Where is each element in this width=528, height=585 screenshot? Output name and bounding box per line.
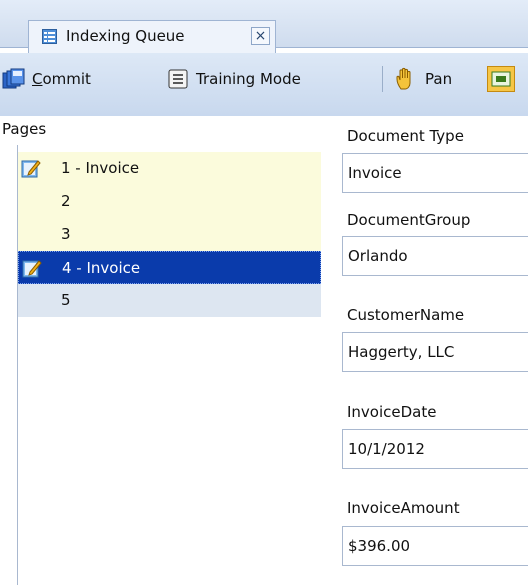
pages-heading: Pages: [2, 120, 47, 138]
page-row-3[interactable]: 3: [18, 218, 321, 251]
indexing-window: Indexing Queue × Commit Training Mode Pa…: [0, 0, 528, 585]
invoice-amount-field[interactable]: $396.00: [342, 526, 528, 566]
page-row-5[interactable]: 5: [18, 284, 321, 317]
commit-accesskey: C: [32, 70, 43, 88]
invoice-amount-label: InvoiceAmount: [347, 499, 460, 517]
document-type-label: Document Type: [347, 127, 464, 145]
tab-indexing-queue[interactable]: Indexing Queue ×: [28, 20, 276, 53]
hand-icon: [396, 67, 411, 90]
commit-icon: [2, 68, 25, 89]
training-mode-button[interactable]: Training Mode: [168, 66, 378, 92]
close-tab-button[interactable]: ×: [251, 27, 270, 45]
page-row-1[interactable]: 1 - Invoice: [18, 152, 321, 185]
document-group-value: Orlando: [348, 247, 408, 265]
page-row-4[interactable]: 4 - Invoice: [18, 251, 321, 284]
page-row-label: 1 - Invoice: [61, 159, 140, 177]
tab-title: Indexing Queue: [66, 27, 185, 45]
customer-name-value: Haggerty, LLC: [348, 343, 455, 361]
invoice-date-label: InvoiceDate: [347, 403, 437, 421]
training-mode-icon: [168, 69, 188, 89]
document-group-label: DocumentGroup: [347, 211, 471, 229]
document-edit-icon: [21, 160, 41, 178]
zone-tool-icon: [491, 71, 511, 87]
commit-label: ommit: [42, 70, 91, 88]
document-type-value: Invoice: [348, 164, 402, 182]
pages-list[interactable]: 1 - Invoice 2 3 4 - Invoice 5: [17, 145, 321, 585]
commit-button[interactable]: Commit: [2, 66, 162, 92]
invoice-date-field[interactable]: 10/1/2012: [342, 429, 528, 469]
tab-strip: Indexing Queue ×: [0, 0, 528, 53]
page-row-label: 5: [61, 291, 71, 309]
training-mode-label: Training Mode: [196, 70, 301, 88]
invoice-date-value: 10/1/2012: [348, 440, 425, 458]
customer-name-field[interactable]: Haggerty, LLC: [342, 332, 528, 372]
toolbar-separator: [382, 66, 383, 92]
page-row-label: 2: [61, 192, 71, 210]
pan-button[interactable]: Pan: [395, 66, 479, 92]
customer-name-label: CustomerName: [347, 306, 465, 324]
pan-label: Pan: [425, 70, 453, 88]
zone-tool-button[interactable]: [487, 66, 515, 92]
page-row-label: 3: [61, 225, 71, 243]
toolbar: Commit Training Mode Pan: [0, 53, 528, 116]
document-group-field[interactable]: Orlando: [342, 236, 528, 276]
page-row-label: 4 - Invoice: [62, 259, 141, 277]
invoice-amount-value: $396.00: [348, 537, 411, 555]
queue-list-icon: [42, 29, 57, 44]
document-type-field[interactable]: Invoice: [342, 153, 528, 193]
document-edit-icon: [22, 260, 42, 278]
page-row-2[interactable]: 2: [18, 185, 321, 218]
